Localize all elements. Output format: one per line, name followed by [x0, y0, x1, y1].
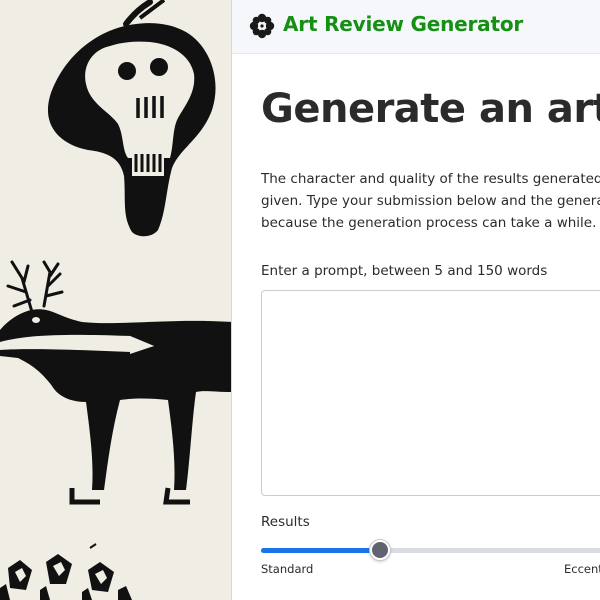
results-label: Results [261, 514, 310, 530]
intro-line: because the generation process can take … [261, 215, 600, 231]
prompt-input[interactable] [261, 290, 600, 496]
slider-max-label: Eccentr [564, 562, 600, 576]
navbar: Art Review Generator [232, 0, 600, 54]
results-slider-thumb[interactable] [369, 540, 390, 560]
slider-min-label: Standard [261, 562, 314, 576]
results-slider-fill [261, 548, 380, 553]
page-title: Generate an art re [261, 86, 600, 132]
main-content: Art Review Generator Generate an art re … [232, 0, 600, 600]
skull-figure-icon [47, 0, 216, 237]
art-illustration [0, 0, 231, 600]
brand-title-link[interactable]: Art Review Generator [283, 12, 523, 36]
flower-icon[interactable] [249, 13, 275, 39]
art-illustration-panel [0, 0, 232, 600]
intro-paragraph: The character and quality of the results… [261, 168, 600, 234]
bird-figures-icon [0, 543, 132, 600]
deer-figure-icon [0, 260, 231, 505]
prompt-label: Enter a prompt, between 5 and 150 words [261, 263, 548, 279]
intro-line: given. Type your submission below and th… [261, 193, 600, 209]
intro-line: The character and quality of the results… [261, 171, 600, 187]
results-slider-track[interactable] [261, 548, 600, 553]
